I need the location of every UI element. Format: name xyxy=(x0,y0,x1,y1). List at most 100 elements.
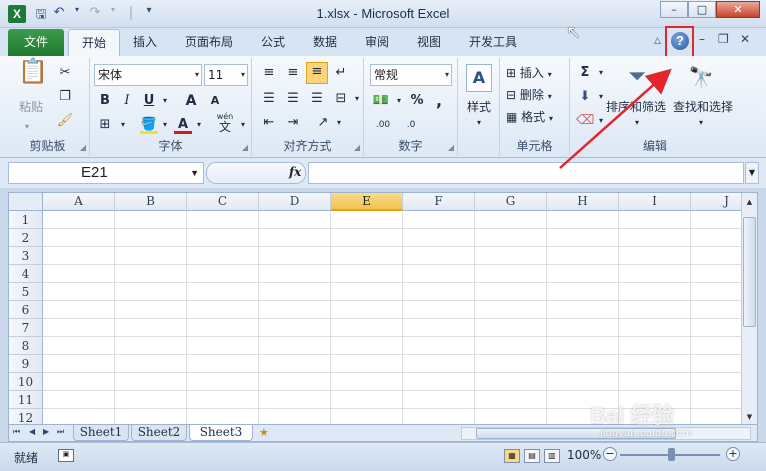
underline-dropdown-icon[interactable]: ▾ xyxy=(156,92,174,110)
sheet-tab-2[interactable]: Sheet2 xyxy=(131,425,187,441)
name-box[interactable]: E21 ▼ xyxy=(8,162,204,184)
autosum-dropdown-icon[interactable]: ▾ xyxy=(592,64,610,82)
tab-formulas[interactable]: 公式 xyxy=(252,29,294,56)
column-header-i[interactable]: I xyxy=(619,193,691,211)
tab-insert[interactable]: 插入 xyxy=(124,29,166,56)
format-painter-icon[interactable]: 🖌 xyxy=(56,112,74,130)
find-select-dropdown-icon[interactable]: ▾ xyxy=(692,114,710,132)
row-header-1[interactable]: 1 xyxy=(9,211,43,229)
column-header-g[interactable]: G xyxy=(475,193,547,211)
orientation-dropdown-icon[interactable]: ▾ xyxy=(330,114,348,132)
first-sheet-icon[interactable]: ⏮ xyxy=(13,427,20,437)
phonetic-button[interactable]: 文 xyxy=(216,120,234,134)
zoom-slider-thumb[interactable] xyxy=(668,448,675,461)
styles-dropdown-icon[interactable]: ▾ xyxy=(470,114,488,132)
font-name-select[interactable]: 宋体 ▾ xyxy=(94,64,202,86)
border-dropdown-icon[interactable]: ▾ xyxy=(114,116,132,134)
prev-sheet-icon[interactable]: ◀ xyxy=(29,427,35,436)
comma-button[interactable]: , xyxy=(430,92,448,110)
row-header-9[interactable]: 9 xyxy=(9,355,43,373)
column-header-b[interactable]: B xyxy=(115,193,187,211)
font-launcher-icon[interactable]: ◢ xyxy=(242,143,248,152)
scroll-up-icon[interactable]: ▲ xyxy=(742,195,757,209)
shrink-font-button[interactable]: A xyxy=(206,92,224,110)
tab-developer[interactable]: 开发工具 xyxy=(460,29,526,56)
workbook-minimize-icon[interactable]: – xyxy=(699,32,705,46)
align-center-icon[interactable]: ☰ xyxy=(284,90,302,108)
close-button[interactable]: ✕ xyxy=(716,1,760,18)
minimize-button[interactable]: – xyxy=(660,1,688,18)
sort-filter-icon[interactable]: ⏷ xyxy=(622,62,652,92)
sort-filter-label[interactable]: 排序和筛选 xyxy=(604,98,668,115)
page-break-view-icon[interactable]: ▥ xyxy=(544,449,560,463)
row-header-10[interactable]: 10 xyxy=(9,373,43,391)
paste-dropdown-icon[interactable]: ▾ xyxy=(18,118,36,136)
macro-record-icon[interactable]: ▣ xyxy=(58,449,74,462)
column-header-f[interactable]: F xyxy=(403,193,475,211)
insert-function-button[interactable]: fx xyxy=(289,165,301,179)
increase-decimal-button[interactable]: .00 xyxy=(370,116,396,134)
fill-color-dropdown-icon[interactable]: ▾ xyxy=(156,116,174,134)
column-header-d[interactable]: D xyxy=(259,193,331,211)
tab-view[interactable]: 视图 xyxy=(408,29,450,56)
phonetic-dropdown-icon[interactable]: ▾ xyxy=(234,116,252,134)
percent-button[interactable]: % xyxy=(408,92,426,110)
vertical-scroll-thumb[interactable] xyxy=(743,217,756,327)
styles-label[interactable]: 样式 xyxy=(460,98,498,115)
column-header-c[interactable]: C xyxy=(187,193,259,211)
font-color-dropdown-icon[interactable]: ▾ xyxy=(190,116,208,134)
font-size-select[interactable]: 11 ▾ xyxy=(204,64,248,86)
sort-filter-dropdown-icon[interactable]: ▾ xyxy=(628,114,646,132)
tab-review[interactable]: 审阅 xyxy=(356,29,398,56)
insert-cells-button[interactable]: ⊞ 插入 ▾ xyxy=(506,64,552,81)
delete-cells-button[interactable]: ⊟ 删除 ▾ xyxy=(506,86,552,103)
find-select-label[interactable]: 查找和选择 xyxy=(670,98,736,115)
formula-input[interactable] xyxy=(308,162,744,184)
currency-icon[interactable]: 💵 xyxy=(372,92,390,110)
scroll-down-icon[interactable]: ▼ xyxy=(742,410,757,424)
page-layout-view-icon[interactable]: ▤ xyxy=(524,449,540,463)
next-sheet-icon[interactable]: ▶ xyxy=(43,427,49,436)
align-right-icon[interactable]: ☰ xyxy=(308,90,326,108)
currency-dropdown-icon[interactable]: ▾ xyxy=(390,92,408,110)
row-header-7[interactable]: 7 xyxy=(9,319,43,337)
align-bottom-icon[interactable]: ≡ xyxy=(306,62,328,84)
insert-sheet-icon[interactable]: ★ xyxy=(259,426,269,439)
wrap-text-icon[interactable]: ↵ xyxy=(332,64,350,82)
grow-font-button[interactable]: A xyxy=(182,92,200,110)
row-header-3[interactable]: 3 xyxy=(9,247,43,265)
row-header-6[interactable]: 6 xyxy=(9,301,43,319)
column-header-h[interactable]: H xyxy=(547,193,619,211)
expand-formula-icon[interactable]: ▼ xyxy=(745,162,759,184)
row-header-5[interactable]: 5 xyxy=(9,283,43,301)
minimize-ribbon-icon[interactable]: △ xyxy=(654,36,661,46)
align-middle-icon[interactable]: ≡ xyxy=(284,64,302,82)
row-header-12[interactable]: 12 xyxy=(9,409,43,424)
tab-data[interactable]: 数据 xyxy=(304,29,346,56)
styles-icon[interactable]: A xyxy=(466,64,492,92)
sheet-tab-1[interactable]: Sheet1 xyxy=(73,425,129,441)
tab-file[interactable]: 文件 xyxy=(8,29,64,56)
decrease-indent-icon[interactable]: ⇤ xyxy=(260,114,278,132)
clipboard-launcher-icon[interactable]: ◢ xyxy=(80,143,86,152)
align-top-icon[interactable]: ≡ xyxy=(260,64,278,82)
bold-button[interactable]: B xyxy=(96,92,114,110)
workbook-close-icon[interactable]: ✕ xyxy=(740,32,750,46)
sheet-tab-3[interactable]: Sheet3 xyxy=(189,425,253,441)
row-header-4[interactable]: 4 xyxy=(9,265,43,283)
number-launcher-icon[interactable]: ◢ xyxy=(448,143,454,152)
number-format-select[interactable]: 常规 ▾ xyxy=(370,64,452,86)
last-sheet-icon[interactable]: ⏭ xyxy=(57,427,64,437)
decrease-decimal-button[interactable]: .0 xyxy=(398,116,424,134)
chevron-down-icon[interactable]: ▼ xyxy=(190,163,199,183)
binoculars-icon[interactable]: 🔭 xyxy=(686,62,716,92)
increase-indent-icon[interactable]: ⇥ xyxy=(284,114,302,132)
border-icon[interactable]: ⊞ xyxy=(96,116,114,134)
align-left-icon[interactable]: ☰ xyxy=(260,90,278,108)
column-header-e[interactable]: E xyxy=(331,193,403,211)
paste-label[interactable]: 粘贴 xyxy=(12,98,50,115)
paste-icon[interactable]: 📋 xyxy=(18,59,48,92)
zoom-level[interactable]: 100% xyxy=(567,448,601,462)
normal-view-icon[interactable]: ▦ xyxy=(504,449,520,463)
select-all-button[interactable] xyxy=(9,193,43,211)
